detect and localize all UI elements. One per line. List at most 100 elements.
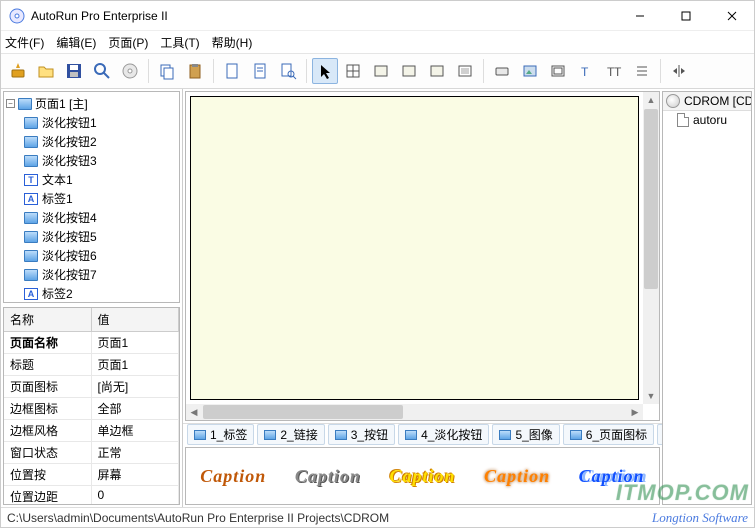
scroll-left-icon[interactable]: ◀ [186,404,202,420]
picture-icon[interactable] [452,58,478,84]
scroll-thumb-v[interactable] [644,109,658,289]
button-icon[interactable] [489,58,515,84]
text-icon[interactable]: T [573,58,599,84]
component-tab[interactable]: 1_标签 [187,424,254,445]
property-row[interactable]: 位置边距0 [4,486,179,504]
save-icon[interactable] [61,58,87,84]
scroll-down-icon[interactable]: ▼ [643,388,659,404]
close-button[interactable] [718,6,746,26]
menu-item[interactable]: 文件(F) [5,34,44,51]
design-canvas-wrap: ▲ ▼ ◀ ▶ [185,91,660,421]
project-file[interactable]: autoru [663,111,751,129]
scroll-right-icon[interactable]: ▶ [627,404,643,420]
copy-icon[interactable] [154,58,180,84]
file-icon [677,113,689,127]
menu-item[interactable]: 工具(T) [160,34,199,51]
wizard-icon[interactable] [5,58,31,84]
page-find-icon[interactable] [275,58,301,84]
prop-col-value[interactable]: 值 [92,308,180,331]
panel3-icon[interactable] [424,58,450,84]
toolbar-separator [483,59,484,83]
frame-icon[interactable] [545,58,571,84]
minimize-button[interactable] [626,6,654,26]
project-root[interactable]: CDROM [CD- [663,92,751,111]
tree-item-label: 淡化按钮3 [42,152,97,169]
tab-label: 2_链接 [280,426,317,443]
open-icon[interactable] [33,58,59,84]
tree-item[interactable]: 淡化按钮3 [6,151,177,170]
tree-item[interactable]: 淡化按钮6 [6,246,177,265]
property-value[interactable]: [尚无] [92,376,180,397]
property-row[interactable]: 标题页面1 [4,354,179,376]
window-node-icon [24,231,38,243]
tree-item[interactable]: 淡化按钮1 [6,113,177,132]
scroll-thumb-h[interactable] [203,405,403,419]
property-value[interactable]: 屏幕 [92,464,180,485]
maximize-button[interactable] [672,6,700,26]
object-tree[interactable]: − 页面1 [主] 淡化按钮1淡化按钮2淡化按钮3T文本1A标签1淡化按钮4淡化… [3,91,180,303]
panel2-icon[interactable] [396,58,422,84]
property-value[interactable]: 页面1 [92,332,180,353]
panel-icon[interactable] [368,58,394,84]
image-icon[interactable] [517,58,543,84]
property-value[interactable]: 页面1 [92,354,180,375]
tab-label: 6_页面图标 [586,426,647,443]
tree-item[interactable]: 淡化按钮7 [6,265,177,284]
scroll-up-icon[interactable]: ▲ [643,92,659,108]
property-value[interactable]: 正常 [92,442,180,463]
project-panel[interactable]: CDROM [CD- autoru [662,91,752,505]
caption-sample[interactable]: Caption [295,466,361,487]
menu-item[interactable]: 页面(P) [108,34,148,51]
component-tab[interactable]: 6_页面图标 [563,424,654,445]
property-row[interactable]: 窗口状态正常 [4,442,179,464]
menu-item[interactable]: 帮助(H) [212,34,253,51]
property-value[interactable]: 0 [92,486,180,504]
project-root-label: CDROM [CD- [684,94,752,108]
list-icon[interactable] [629,58,655,84]
property-grid[interactable]: 名称 值 页面名称页面1标题页面1页面图标[尚无]边框图标全部边框风格单边框窗口… [3,307,180,505]
caption-sample[interactable]: Caption [579,466,645,487]
component-tab[interactable]: 4_淡化按钮 [398,424,489,445]
zoom-icon[interactable] [89,58,115,84]
page-icon [18,98,32,110]
horizontal-scrollbar[interactable]: ◀ ▶ [186,404,643,420]
splitter-icon[interactable] [666,58,692,84]
caption-sample[interactable]: Caption [200,466,266,487]
tree-item[interactable]: 淡化按钮5 [6,227,177,246]
menu-item[interactable]: 编辑(E) [56,34,96,51]
paste-icon[interactable] [182,58,208,84]
new-page-icon[interactable] [219,58,245,84]
prop-col-name[interactable]: 名称 [4,308,92,331]
page-icon[interactable] [247,58,273,84]
tree-item[interactable]: A标签2 [6,284,177,303]
tree-item[interactable]: 淡化按钮2 [6,132,177,151]
property-row[interactable]: 页面图标[尚无] [4,376,179,398]
property-value[interactable]: 单边框 [92,420,180,441]
text-tool-icon[interactable]: TT [601,58,627,84]
collapse-icon[interactable]: − [6,99,15,108]
vertical-scrollbar[interactable]: ▲ ▼ [643,92,659,404]
cd-icon[interactable] [117,58,143,84]
property-row[interactable]: 页面名称页面1 [4,332,179,354]
cursor-icon[interactable] [312,58,338,84]
property-row[interactable]: 边框风格单边框 [4,420,179,442]
property-value[interactable]: 全部 [92,398,180,419]
project-file-label: autoru [693,113,727,127]
toolbar-separator [660,59,661,83]
tree-item[interactable]: 淡化按钮4 [6,208,177,227]
design-canvas[interactable] [190,96,639,400]
tree-item[interactable]: T文本1 [6,170,177,189]
component-tab[interactable]: 2_链接 [257,424,324,445]
caption-sample[interactable]: Caption [389,466,455,487]
grid-icon[interactable] [340,58,366,84]
property-row[interactable]: 位置按屏幕 [4,464,179,486]
tree-root[interactable]: − 页面1 [主] [6,94,177,113]
caption-sample[interactable]: Caption [484,466,550,487]
left-column: − 页面1 [主] 淡化按钮1淡化按钮2淡化按钮3T文本1A标签1淡化按钮4淡化… [1,89,183,507]
component-tab[interactable]: 3_按钮 [328,424,395,445]
window-node-icon [24,250,38,262]
property-row[interactable]: 边框图标全部 [4,398,179,420]
tree-item[interactable]: A标签1 [6,189,177,208]
statusbar: C:\Users\admin\Documents\AutoRun Pro Ent… [1,507,754,527]
component-tab[interactable]: 5_图像 [492,424,559,445]
